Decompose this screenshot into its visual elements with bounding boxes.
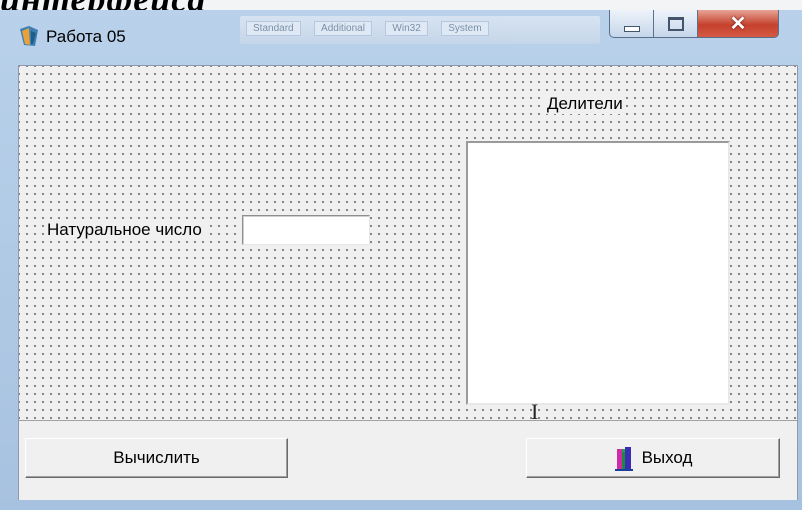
- maximize-button[interactable]: [653, 10, 698, 38]
- form-client-area: Делители Натуральное число I Вычислить В…: [18, 65, 798, 500]
- close-icon: ✕: [729, 13, 747, 35]
- calculate-button-label: Вычислить: [113, 448, 200, 467]
- maximize-icon: [667, 16, 684, 31]
- calculate-button[interactable]: Вычислить: [25, 438, 288, 478]
- exit-button[interactable]: Выход: [526, 438, 780, 478]
- window-title: Работа 05: [46, 27, 126, 46]
- title-bar[interactable]: Работа 05 ✕: [0, 10, 802, 60]
- delphi-app-icon: [20, 26, 38, 46]
- divisors-listbox[interactable]: [466, 141, 730, 405]
- app-window: Standard Additional Win32 System Работа …: [0, 10, 802, 510]
- minimize-icon: [623, 25, 640, 32]
- number-label: Натуральное число: [45, 220, 204, 240]
- divisors-label: Делители: [545, 94, 625, 114]
- minimize-button[interactable]: [609, 10, 654, 38]
- door-exit-icon: [614, 447, 633, 471]
- exit-button-label: Выход: [641, 448, 693, 467]
- close-button[interactable]: ✕: [697, 10, 779, 38]
- number-input[interactable]: [242, 215, 370, 245]
- button-panel: Вычислить Выход: [19, 420, 797, 500]
